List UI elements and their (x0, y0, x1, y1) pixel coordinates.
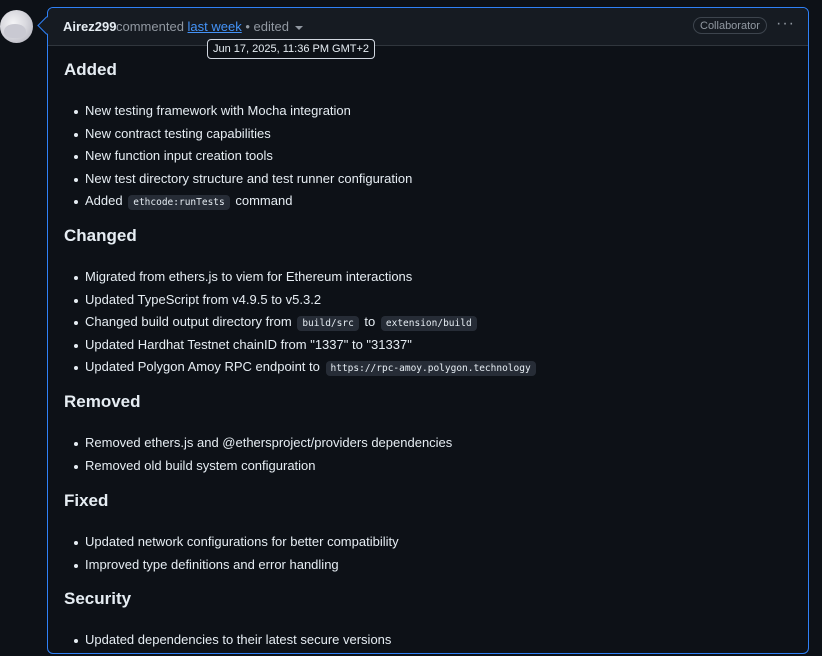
list-item: Improved type definitions and error hand… (64, 554, 792, 577)
list-item: Updated dependencies to their latest sec… (64, 629, 792, 652)
list-item: New contract testing capabilities (64, 123, 792, 146)
section-heading: Added (64, 60, 117, 79)
list-item-text: New function input creation tools (85, 148, 273, 164)
list: Migrated from ethers.js to viem for Ethe… (64, 266, 792, 379)
list-item: New testing framework with Mocha integra… (64, 100, 792, 123)
list-item-text: Updated Hardhat Testnet chainID from "13… (85, 336, 412, 352)
section-changed: Changed Migrated from ethers.js to viem … (64, 224, 792, 379)
list-item: Updated Polygon Amoy RPC endpoint to htt… (64, 356, 792, 379)
kebab-horizontal-icon[interactable]: ··· (776, 15, 795, 33)
list-item-text: Removed ethers.js and @ethersproject/pro… (85, 435, 453, 450)
list: Updated dependencies to their latest sec… (64, 629, 792, 652)
list-item-text: Improved type definitions and error hand… (85, 556, 339, 572)
section-heading: Changed (64, 226, 137, 245)
comment-action: commented (116, 19, 184, 34)
list-item-text: Added (85, 193, 123, 209)
author-name[interactable]: Airez299 (63, 19, 116, 34)
section-heading: Removed (64, 392, 141, 411)
list-item-text: New contract testing capabilities (85, 125, 271, 141)
list-item-text: Migrated from ethers.js to viem for Ethe… (85, 269, 413, 284)
list-item: Updated network configurations for bette… (64, 531, 792, 554)
list-item-text: Updated Polygon Amoy RPC endpoint to (85, 359, 320, 375)
list-item: Updated TypeScript from v4.9.5 to v5.3.2 (64, 289, 792, 312)
list: New testing framework with Mocha integra… (64, 100, 792, 213)
list-item: Changed build output directory from buil… (64, 311, 792, 334)
list-item: Removed old build system configuration (64, 455, 792, 478)
comment-card: Airez299 commented last week • edited Co… (47, 7, 809, 654)
section-heading: Fixed (64, 491, 109, 510)
section-fixed: Fixed Updated network configurations for… (64, 489, 792, 576)
list-item-text: Updated TypeScript from v4.9.5 to v5.3.2 (85, 291, 322, 307)
list-item-text: Updated network configurations for bette… (85, 534, 399, 549)
section-removed: Removed Removed ethers.js and @etherspro… (64, 390, 792, 477)
list-item-text: to (364, 314, 376, 330)
list-item: Removed ethers.js and @ethersproject/pro… (64, 432, 792, 455)
comment-meta: commented last week • edited (116, 19, 303, 34)
list-item-text: command (235, 193, 293, 209)
list-item: New test directory structure and test ru… (64, 168, 792, 191)
list-item-text: Changed build output directory from (85, 314, 292, 330)
list: Updated network configurations for bette… (64, 531, 792, 576)
inline-code: https://rpc-amoy.polygon.technology (325, 361, 536, 377)
edited-label[interactable]: • edited (245, 19, 289, 34)
list-item-text: Updated dependencies to their latest sec… (85, 632, 392, 647)
inline-code: build/src (297, 316, 359, 332)
timestamp-tooltip: Jun 17, 2025, 11:36 PM GMT+2 (207, 39, 376, 59)
section-heading: Security (64, 589, 132, 608)
list-item: Updated Hardhat Testnet chainID from "13… (64, 334, 792, 357)
list-item: Migrated from ethers.js to viem for Ethe… (64, 266, 792, 289)
inline-code: extension/build (380, 316, 477, 332)
section-security: Security Updated dependencies to their l… (64, 587, 792, 652)
list-item-text: Removed old build system configuration (85, 457, 316, 473)
list-item-text: New test directory structure and test ru… (85, 170, 413, 186)
section-added: Added New testing framework with Mocha i… (64, 58, 792, 213)
collaborator-badge: Collaborator (693, 17, 767, 34)
list-item: New function input creation tools (64, 145, 792, 168)
list-item: Added ethcode:runTests command (64, 190, 792, 213)
timestamp-link[interactable]: last week (188, 19, 242, 34)
comment-header: Airez299 commented last week • edited Co… (48, 8, 808, 46)
list: Removed ethers.js and @ethersproject/pro… (64, 432, 792, 477)
edited-dropdown[interactable]: • edited (245, 19, 303, 34)
inline-code: ethcode:runTests (128, 195, 230, 211)
chevron-down-icon[interactable] (294, 25, 303, 30)
avatar[interactable] (0, 10, 33, 43)
list-item-text: New testing framework with Mocha integra… (85, 103, 351, 118)
